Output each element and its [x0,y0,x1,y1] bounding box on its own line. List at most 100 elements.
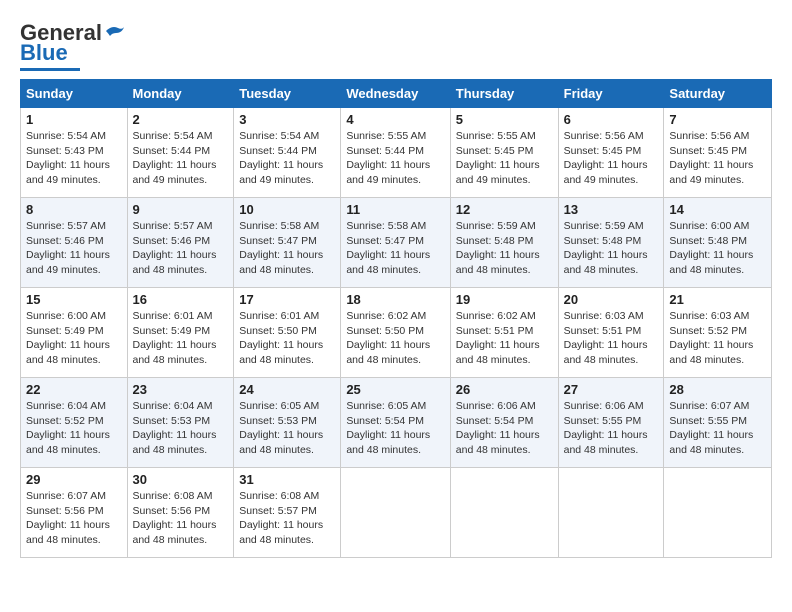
calendar-cell: 27 Sunrise: 6:06 AM Sunset: 5:55 PM Dayli… [558,378,664,468]
logo-bird-icon [104,23,126,39]
calendar-cell [558,468,664,558]
day-info: Sunrise: 5:58 AM Sunset: 5:47 PM Dayligh… [239,219,335,278]
day-info: Sunrise: 6:00 AM Sunset: 5:49 PM Dayligh… [26,309,122,368]
day-info: Sunrise: 6:01 AM Sunset: 5:50 PM Dayligh… [239,309,335,368]
calendar-cell: 17 Sunrise: 6:01 AM Sunset: 5:50 PM Dayli… [234,288,341,378]
page-header: General Blue [20,20,772,71]
day-number: 12 [456,202,553,217]
calendar-week-3: 15 Sunrise: 6:00 AM Sunset: 5:49 PM Dayli… [21,288,772,378]
day-info: Sunrise: 5:59 AM Sunset: 5:48 PM Dayligh… [456,219,553,278]
calendar-cell: 31 Sunrise: 6:08 AM Sunset: 5:57 PM Dayli… [234,468,341,558]
day-info: Sunrise: 5:58 AM Sunset: 5:47 PM Dayligh… [346,219,444,278]
header-day-friday: Friday [558,80,664,108]
header-day-sunday: Sunday [21,80,128,108]
day-number: 9 [133,202,229,217]
calendar-cell: 3 Sunrise: 5:54 AM Sunset: 5:44 PM Daylig… [234,108,341,198]
calendar-cell: 29 Sunrise: 6:07 AM Sunset: 5:56 PM Dayli… [21,468,128,558]
header-day-saturday: Saturday [664,80,772,108]
calendar-week-1: 1 Sunrise: 5:54 AM Sunset: 5:43 PM Daylig… [21,108,772,198]
calendar-cell [664,468,772,558]
day-info: Sunrise: 6:06 AM Sunset: 5:55 PM Dayligh… [564,399,659,458]
day-info: Sunrise: 6:07 AM Sunset: 5:56 PM Dayligh… [26,489,122,548]
calendar-cell [341,468,450,558]
day-number: 1 [26,112,122,127]
day-number: 3 [239,112,335,127]
calendar-table: SundayMondayTuesdayWednesdayThursdayFrid… [20,79,772,558]
day-number: 2 [133,112,229,127]
day-info: Sunrise: 6:02 AM Sunset: 5:51 PM Dayligh… [456,309,553,368]
calendar-cell: 25 Sunrise: 6:05 AM Sunset: 5:54 PM Dayli… [341,378,450,468]
day-number: 13 [564,202,659,217]
day-number: 30 [133,472,229,487]
day-info: Sunrise: 5:57 AM Sunset: 5:46 PM Dayligh… [133,219,229,278]
calendar-cell: 24Sunrise: 6:05 AM Sunset: 5:53 PM Dayli… [234,378,341,468]
header-day-monday: Monday [127,80,234,108]
logo: General Blue [20,20,126,71]
day-info: Sunrise: 5:54 AM Sunset: 5:43 PM Dayligh… [26,129,122,188]
day-info: Sunrise: 5:54 AM Sunset: 5:44 PM Dayligh… [239,129,335,188]
calendar-cell: 2 Sunrise: 5:54 AM Sunset: 5:44 PM Daylig… [127,108,234,198]
day-number: 11 [346,202,444,217]
day-info: Sunrise: 5:55 AM Sunset: 5:45 PM Dayligh… [456,129,553,188]
day-number: 7 [669,112,766,127]
calendar-cell: 14 Sunrise: 6:00 AM Sunset: 5:48 PM Dayli… [664,198,772,288]
calendar-cell: 5 Sunrise: 5:55 AM Sunset: 5:45 PM Daylig… [450,108,558,198]
calendar-cell: 22 Sunrise: 6:04 AM Sunset: 5:52 PM Dayli… [21,378,128,468]
header-row: SundayMondayTuesdayWednesdayThursdayFrid… [21,80,772,108]
day-number: 4 [346,112,444,127]
day-number: 19 [456,292,553,307]
day-number: 28 [669,382,766,397]
calendar-cell: 6Sunrise: 5:56 AM Sunset: 5:45 PM Daylig… [558,108,664,198]
day-number: 24 [239,382,335,397]
calendar-cell: 13Sunrise: 5:59 AM Sunset: 5:48 PM Dayli… [558,198,664,288]
calendar-cell: 4 Sunrise: 5:55 AM Sunset: 5:44 PM Daylig… [341,108,450,198]
day-info: Sunrise: 6:02 AM Sunset: 5:50 PM Dayligh… [346,309,444,368]
calendar-cell: 19 Sunrise: 6:02 AM Sunset: 5:51 PM Dayli… [450,288,558,378]
day-info: Sunrise: 6:07 AM Sunset: 5:55 PM Dayligh… [669,399,766,458]
day-number: 21 [669,292,766,307]
day-info: Sunrise: 6:08 AM Sunset: 5:56 PM Dayligh… [133,489,229,548]
day-number: 15 [26,292,122,307]
day-number: 27 [564,382,659,397]
calendar-cell: 8 Sunrise: 5:57 AM Sunset: 5:46 PM Daylig… [21,198,128,288]
day-number: 29 [26,472,122,487]
day-info: Sunrise: 6:06 AM Sunset: 5:54 PM Dayligh… [456,399,553,458]
calendar-cell: 15 Sunrise: 6:00 AM Sunset: 5:49 PM Dayli… [21,288,128,378]
day-number: 23 [133,382,229,397]
calendar-cell: 30 Sunrise: 6:08 AM Sunset: 5:56 PM Dayli… [127,468,234,558]
calendar-cell: 16Sunrise: 6:01 AM Sunset: 5:49 PM Dayli… [127,288,234,378]
day-number: 8 [26,202,122,217]
day-info: Sunrise: 5:56 AM Sunset: 5:45 PM Dayligh… [669,129,766,188]
calendar-cell: 12 Sunrise: 5:59 AM Sunset: 5:48 PM Dayli… [450,198,558,288]
calendar-cell [450,468,558,558]
day-number: 17 [239,292,335,307]
day-info: Sunrise: 5:55 AM Sunset: 5:44 PM Dayligh… [346,129,444,188]
day-number: 10 [239,202,335,217]
calendar-cell: 7 Sunrise: 5:56 AM Sunset: 5:45 PM Daylig… [664,108,772,198]
logo-underline [20,68,80,71]
calendar-cell: 11 Sunrise: 5:58 AM Sunset: 5:47 PM Dayli… [341,198,450,288]
day-number: 31 [239,472,335,487]
day-number: 22 [26,382,122,397]
calendar-cell: 1 Sunrise: 5:54 AM Sunset: 5:43 PM Daylig… [21,108,128,198]
day-info: Sunrise: 5:57 AM Sunset: 5:46 PM Dayligh… [26,219,122,278]
calendar-week-5: 29 Sunrise: 6:07 AM Sunset: 5:56 PM Dayli… [21,468,772,558]
day-info: Sunrise: 6:04 AM Sunset: 5:52 PM Dayligh… [26,399,122,458]
day-number: 18 [346,292,444,307]
day-number: 5 [456,112,553,127]
calendar-cell: 28 Sunrise: 6:07 AM Sunset: 5:55 PM Dayli… [664,378,772,468]
day-info: Sunrise: 6:00 AM Sunset: 5:48 PM Dayligh… [669,219,766,278]
day-info: Sunrise: 6:08 AM Sunset: 5:57 PM Dayligh… [239,489,335,548]
calendar-cell: 23Sunrise: 6:04 AM Sunset: 5:53 PM Dayli… [127,378,234,468]
calendar-cell: 20Sunrise: 6:03 AM Sunset: 5:51 PM Dayli… [558,288,664,378]
calendar-week-2: 8 Sunrise: 5:57 AM Sunset: 5:46 PM Daylig… [21,198,772,288]
day-number: 14 [669,202,766,217]
calendar-cell: 18 Sunrise: 6:02 AM Sunset: 5:50 PM Dayli… [341,288,450,378]
day-number: 16 [133,292,229,307]
day-info: Sunrise: 6:05 AM Sunset: 5:54 PM Dayligh… [346,399,444,458]
day-info: Sunrise: 5:56 AM Sunset: 5:45 PM Dayligh… [564,129,659,188]
calendar-cell: 9 Sunrise: 5:57 AM Sunset: 5:46 PM Daylig… [127,198,234,288]
day-number: 25 [346,382,444,397]
calendar-header: SundayMondayTuesdayWednesdayThursdayFrid… [21,80,772,108]
day-info: Sunrise: 5:54 AM Sunset: 5:44 PM Dayligh… [133,129,229,188]
